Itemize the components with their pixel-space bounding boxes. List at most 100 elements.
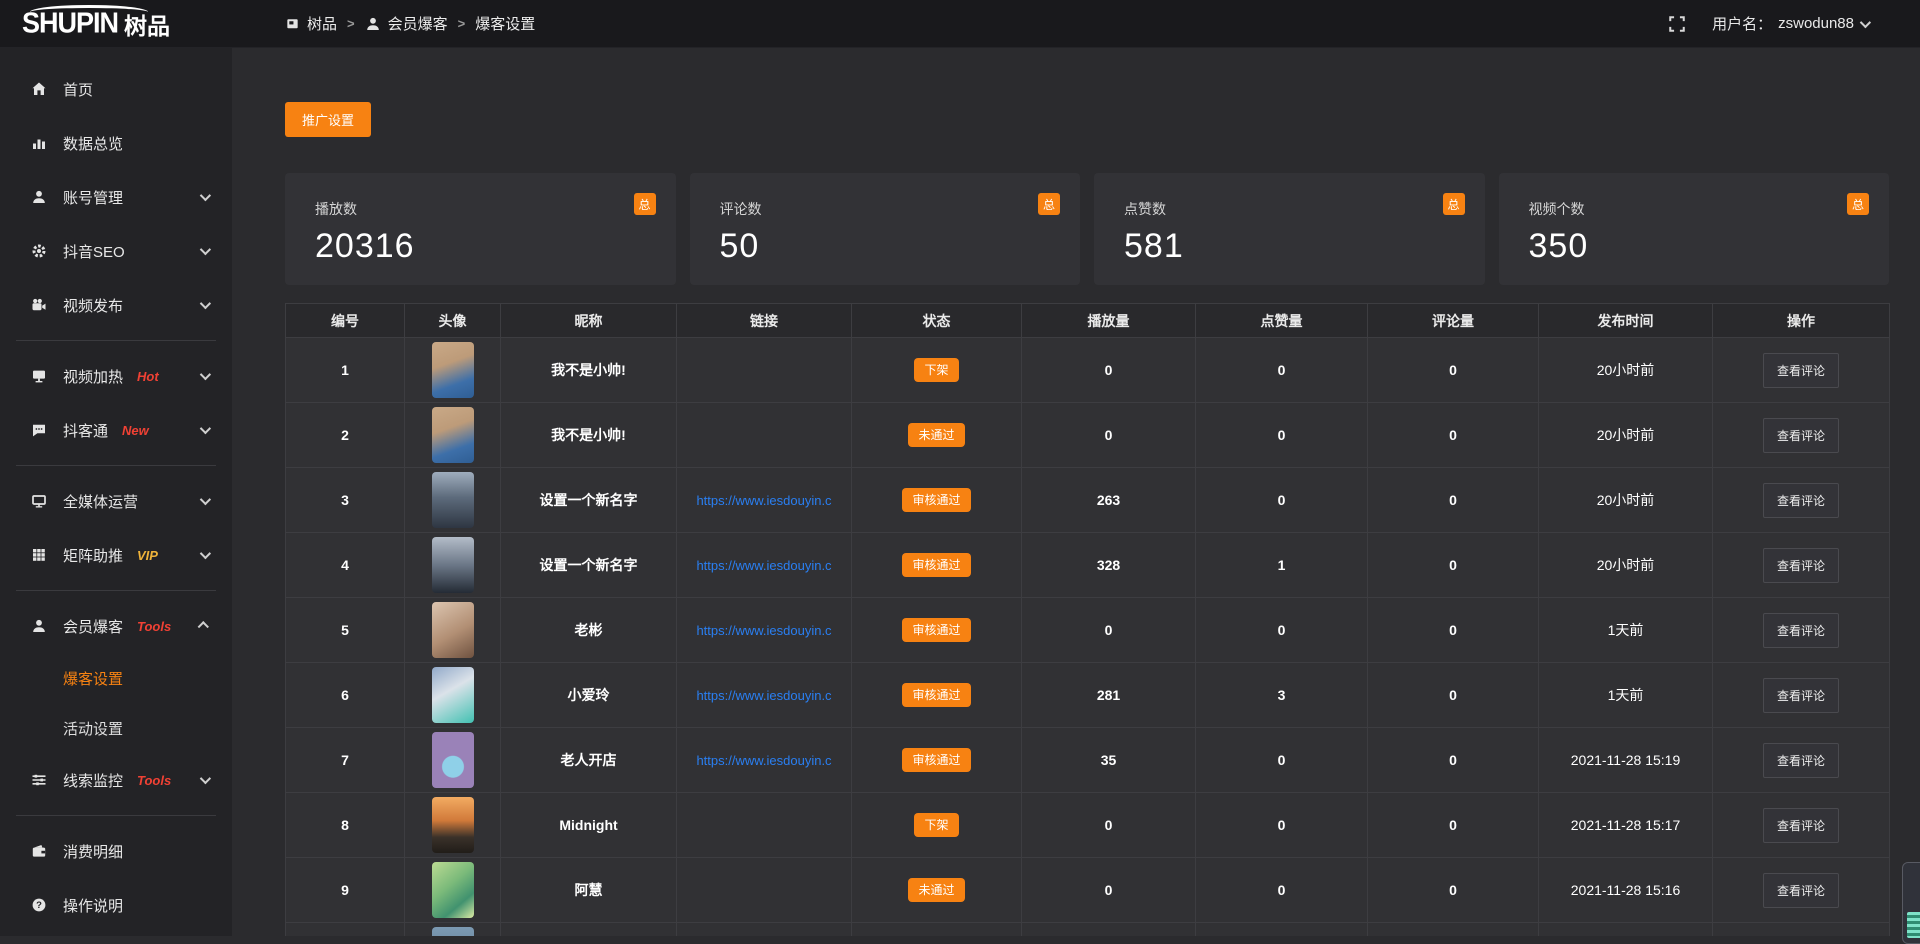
table-header-row: 编号头像昵称链接状态播放量点赞量评论量发布时间操作 — [286, 304, 1890, 338]
likes-cell: 0 — [1196, 793, 1368, 858]
likes-cell: 0 — [1196, 598, 1368, 663]
publish-time-cell: 20小时前 — [1539, 533, 1713, 598]
fullscreen-icon[interactable] — [1668, 15, 1686, 33]
link-cell: https://www.iesdouyin.c — [677, 598, 852, 663]
view-comments-button[interactable]: 查看评论 — [1763, 743, 1839, 778]
table-row — [286, 923, 1890, 937]
table-header: 链接 — [677, 304, 852, 338]
nickname-cell: 我不是小帅! — [501, 338, 677, 403]
video-link[interactable]: https://www.iesdouyin.c — [677, 623, 851, 638]
view-comments-button[interactable]: 查看评论 — [1763, 808, 1839, 843]
sidebar-item[interactable]: 首页 — [0, 62, 232, 116]
gear-icon — [30, 243, 48, 259]
status-cell: 审核通过 — [852, 663, 1022, 728]
view-comments-button[interactable]: 查看评论 — [1763, 353, 1839, 388]
sidebar-item[interactable]: 线索监控Tools — [0, 753, 232, 807]
view-comments-button[interactable]: 查看评论 — [1763, 548, 1839, 583]
sidebar-item[interactable]: 视频发布 — [0, 278, 232, 332]
videos-table: 编号头像昵称链接状态播放量点赞量评论量发布时间操作1我不是小帅!下架00020小… — [285, 303, 1890, 936]
likes-cell: 3 — [1196, 663, 1368, 728]
sidebar: 首页数据总览账号管理抖音SEO 视频发布视频加热Hot抖客通New 全媒体运营矩阵助… — [0, 48, 232, 936]
publish-time-cell: 2021-11-28 15:16 — [1539, 858, 1713, 923]
action-cell: 查看评论 — [1713, 598, 1890, 663]
avatar-cell — [405, 793, 501, 858]
comments-cell — [1368, 923, 1539, 937]
status-cell: 下架 — [852, 793, 1022, 858]
top-bar: SHUPIN 树品 树品>会员爆客>爆客设置 用户名：zswodun88 — [0, 0, 1920, 48]
avatar — [432, 537, 474, 593]
avatar — [432, 927, 474, 936]
topbar-right: 用户名：zswodun88 — [1668, 13, 1920, 34]
avatar-cell — [405, 923, 501, 937]
breadcrumb-item[interactable]: 树品 — [285, 13, 337, 34]
status-badge: 下架 — [914, 813, 958, 837]
video-link[interactable]: https://www.iesdouyin.c — [677, 688, 851, 703]
sidebar-item[interactable]: 视频加热Hot — [0, 349, 232, 403]
view-comments-button[interactable]: 查看评论 — [1763, 418, 1839, 453]
action-cell: 查看评论 — [1713, 533, 1890, 598]
user-menu[interactable]: 用户名：zswodun88 — [1712, 13, 1868, 34]
sidebar-subitem[interactable]: 爆客设置 — [0, 653, 232, 703]
table-header: 头像 — [405, 304, 501, 338]
sidebar-item[interactable]: 全媒体运营 — [0, 474, 232, 528]
likes-cell: 0 — [1196, 728, 1368, 793]
view-comments-button[interactable]: 查看评论 — [1763, 483, 1839, 518]
chevron-down-icon — [200, 423, 211, 434]
comments-cell: 0 — [1368, 468, 1539, 533]
user-icon — [30, 189, 48, 205]
publish-time-cell — [1539, 923, 1713, 937]
view-comments-button[interactable]: 查看评论 — [1763, 678, 1839, 713]
sidebar-item-badge: Tools — [137, 619, 171, 634]
sidebar-item-label: 会员爆客 — [63, 616, 123, 637]
nickname-cell: 设置一个新名字 — [501, 468, 677, 533]
breadcrumb-item[interactable]: 会员爆客 — [365, 13, 448, 34]
video-link[interactable]: https://www.iesdouyin.c — [677, 493, 851, 508]
table-header: 发布时间 — [1539, 304, 1713, 338]
publish-time-cell: 20小时前 — [1539, 468, 1713, 533]
row-id-cell: 1 — [286, 338, 405, 403]
app-icon — [285, 16, 300, 31]
sidebar-item[interactable]: 会员爆客 Tools — [0, 599, 232, 653]
row-id-cell: 6 — [286, 663, 405, 728]
chevron-down-icon — [200, 548, 211, 559]
video-link[interactable]: https://www.iesdouyin.c — [677, 558, 851, 573]
screen-icon — [30, 368, 48, 384]
avatar — [432, 472, 474, 528]
likes-cell: 0 — [1196, 403, 1368, 468]
avatar — [432, 342, 474, 398]
avatar-cell — [405, 663, 501, 728]
sidebar-item[interactable]: 抖客通New — [0, 403, 232, 457]
nickname-cell: 设置一个新名字 — [501, 533, 677, 598]
nickname-text: 设置一个新名字 — [540, 492, 638, 508]
sidebar-item[interactable]: ?操作说明 — [0, 878, 232, 932]
app-logo: SHUPIN 树品 — [0, 0, 232, 48]
floating-widget[interactable] — [1902, 862, 1920, 944]
sidebar-item[interactable]: 矩阵助推VIP — [0, 528, 232, 582]
sidebar-item-label: 视频加热 — [63, 366, 123, 387]
sidebar-item-label: 视频发布 — [63, 295, 123, 316]
table-header: 点赞量 — [1196, 304, 1368, 338]
view-comments-button[interactable]: 查看评论 — [1763, 873, 1839, 908]
status-cell: 审核通过 — [852, 468, 1022, 533]
comments-cell: 0 — [1368, 403, 1539, 468]
comments-cell: 0 — [1368, 793, 1539, 858]
link-cell — [677, 403, 852, 468]
video-link[interactable]: https://www.iesdouyin.c — [677, 753, 851, 768]
floating-widget-stripes — [1907, 912, 1920, 938]
wallet-icon — [30, 843, 48, 859]
stat-value: 350 — [1529, 227, 1890, 266]
sidebar-subitem[interactable]: 活动设置 — [0, 703, 232, 753]
view-comments-button[interactable]: 查看评论 — [1763, 613, 1839, 648]
action-cell — [1713, 923, 1890, 937]
nickname-text: 设置一个新名字 — [540, 557, 638, 573]
stats-row: 播放数20316总评论数50总点赞数581总视频个数350总 — [285, 173, 1889, 285]
plays-cell: 328 — [1022, 533, 1196, 598]
sidebar-item[interactable]: 账号管理 — [0, 170, 232, 224]
sidebar-item[interactable]: 抖音SEO — [0, 224, 232, 278]
sidebar-item[interactable]: 消费明细 — [0, 824, 232, 878]
table-row: 1我不是小帅!下架00020小时前查看评论 — [286, 338, 1890, 403]
sidebar-item[interactable]: 数据总览 — [0, 116, 232, 170]
sidebar-item-label: 全媒体运营 — [63, 491, 138, 512]
plays-cell: 35 — [1022, 728, 1196, 793]
promote-settings-button[interactable]: 推广设置 — [285, 102, 371, 137]
